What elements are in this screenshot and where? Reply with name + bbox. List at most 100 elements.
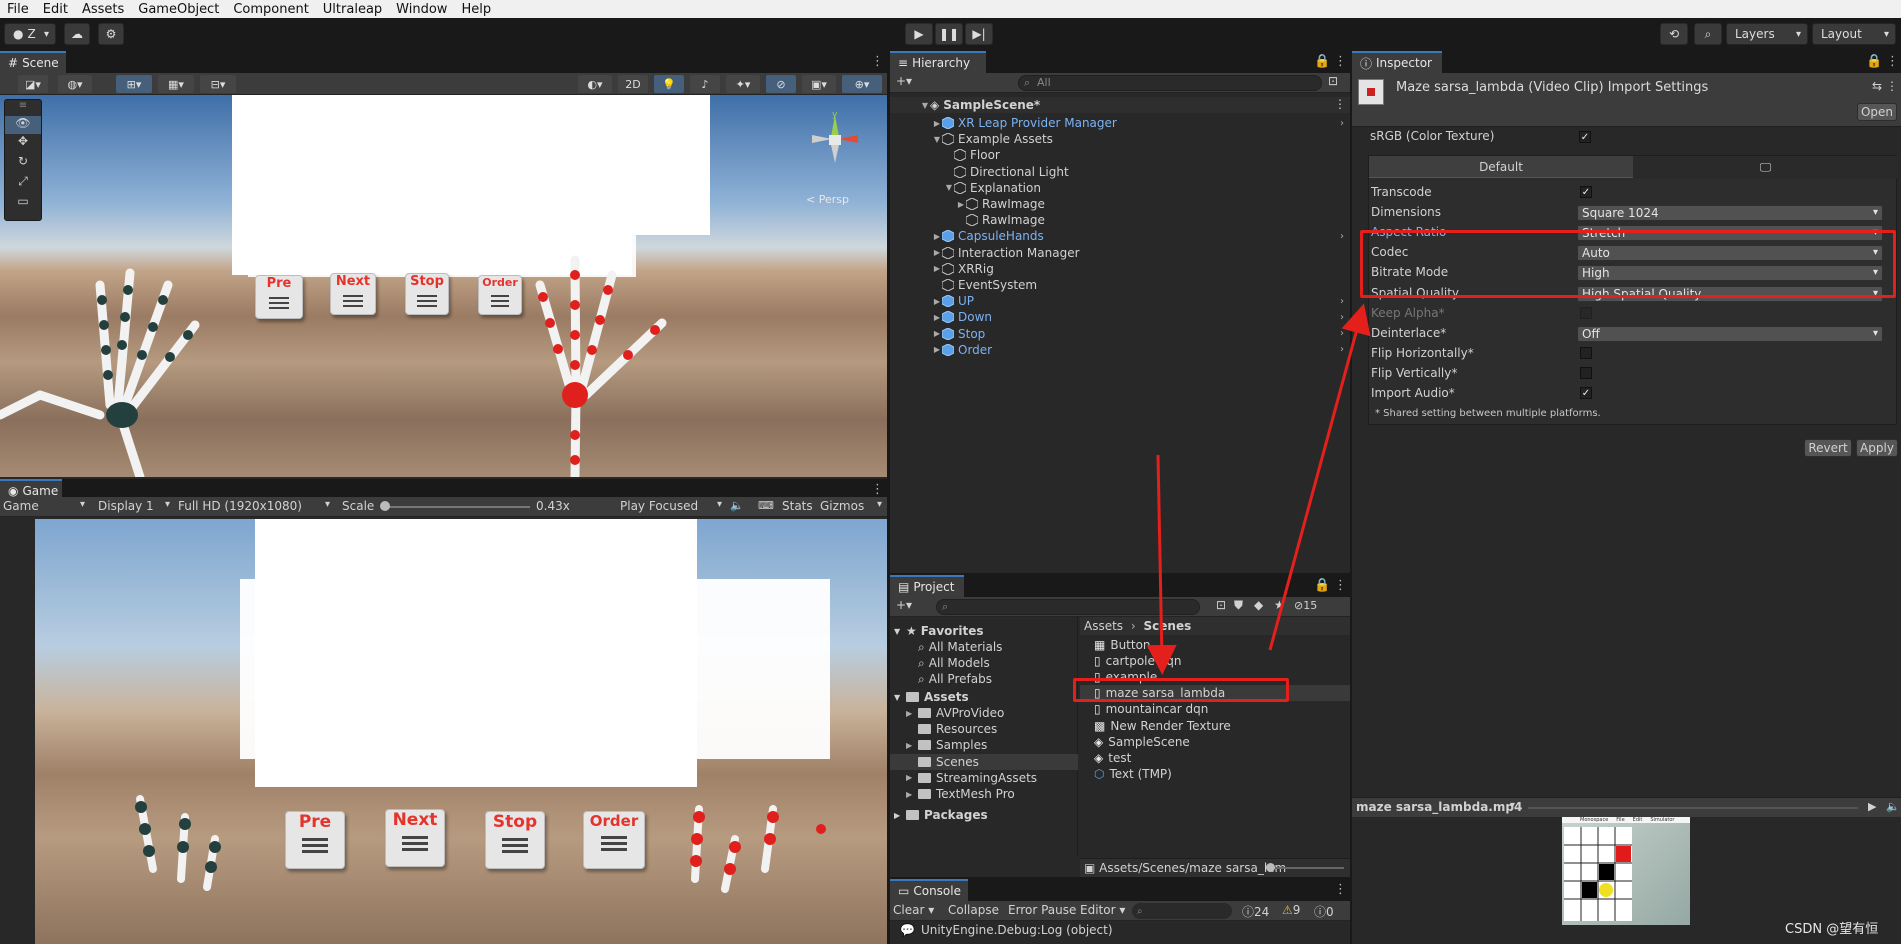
ruler-icon[interactable]: ⊟▾ bbox=[200, 75, 236, 93]
scene-more-icon[interactable]: ⋮ bbox=[1334, 97, 1346, 111]
chevron-right-icon[interactable]: › bbox=[1340, 344, 1344, 355]
menu-ultraleap[interactable]: Ultraleap bbox=[316, 2, 389, 17]
foldout-arrow-icon[interactable]: ▶ bbox=[932, 232, 942, 241]
stats-button[interactable]: Stats bbox=[782, 499, 813, 513]
chevron-right-icon[interactable]: › bbox=[1340, 312, 1344, 323]
tab-default-platform[interactable]: Default bbox=[1369, 156, 1633, 178]
project-file-item[interactable]: ▩ New Render Texture bbox=[1080, 718, 1350, 734]
tab-project[interactable]: ▤ Project bbox=[890, 575, 964, 597]
persp-label[interactable]: < Persp bbox=[806, 193, 849, 206]
layout-dropdown[interactable]: Layout bbox=[1812, 23, 1896, 45]
hierarchy-item[interactable]: ▼ Explanation bbox=[890, 180, 1350, 196]
foldout-arrow-icon[interactable]: ▶ bbox=[932, 119, 942, 128]
hierarchy-item[interactable]: ▼ Example Assets bbox=[890, 131, 1350, 147]
packages-header[interactable]: ▶ Packages bbox=[894, 807, 988, 823]
setting-checkbox[interactable]: ✓ bbox=[1580, 186, 1592, 198]
assets-header[interactable]: ▼ Assets bbox=[894, 689, 969, 705]
project-file-item[interactable]: ⬡ Text (TMP) bbox=[1080, 766, 1350, 782]
breadcrumb-scenes[interactable]: Scenes bbox=[1144, 619, 1192, 633]
scene-viewport[interactable]: ≡ 👁 ✥ ↻ ⤢ ▭ y < Persp Pre Next Stop Orde… bbox=[0, 95, 887, 477]
console-search-input[interactable]: ⌕ bbox=[1132, 903, 1232, 919]
error-pause-button[interactable]: Error Pause bbox=[1008, 903, 1076, 917]
lock-icon[interactable]: 🔒 bbox=[1866, 54, 1882, 69]
game-view-dropdown[interactable]: Game ▾ bbox=[3, 499, 85, 513]
project-file-item[interactable]: ◈ SampleScene bbox=[1080, 734, 1350, 750]
more-icon[interactable]: ⋮ bbox=[871, 54, 884, 69]
add-icon[interactable]: +▾ bbox=[896, 598, 912, 612]
hierarchy-item[interactable]: ▶ UP › bbox=[890, 293, 1350, 309]
chevron-right-icon[interactable]: › bbox=[1340, 296, 1344, 307]
favorite-item[interactable]: ⌕ All Materials bbox=[918, 639, 1002, 655]
scene-order-button[interactable]: Order bbox=[478, 275, 522, 315]
layers-dropdown[interactable]: Layers bbox=[1726, 23, 1808, 45]
preview-timeline[interactable] bbox=[1528, 807, 1858, 809]
move-tool-icon[interactable]: ✥ bbox=[5, 134, 41, 154]
mute-icon[interactable]: 🔈 bbox=[730, 499, 744, 512]
history-icon[interactable]: ⟲ bbox=[1660, 23, 1688, 45]
hierarchy-item[interactable]: Floor bbox=[890, 147, 1350, 163]
display-dropdown[interactable]: Display 1 ▾ bbox=[98, 499, 170, 513]
foldout-arrow-icon[interactable]: ▶ bbox=[932, 297, 942, 306]
preview-audio-icon[interactable]: 🔈 bbox=[1886, 800, 1900, 813]
game-next-button[interactable]: Next bbox=[385, 809, 445, 867]
rotate-tool-icon[interactable]: ↻ bbox=[5, 154, 41, 174]
hierarchy-item[interactable]: ▶ XRRig bbox=[890, 261, 1350, 277]
rect-tool-icon[interactable]: ▭ bbox=[5, 194, 41, 214]
setting-checkbox[interactable] bbox=[1580, 366, 1592, 379]
tab-scene[interactable]: # Scene bbox=[0, 51, 66, 73]
favorites-header[interactable]: ▼ ★ Favorites bbox=[894, 623, 983, 639]
hierarchy-item[interactable]: ▶ Down › bbox=[890, 309, 1350, 325]
hidden-count[interactable]: ⊘15 bbox=[1294, 599, 1317, 612]
console-log-line[interactable]: 💬 UnityEngine.Debug:Log (object) bbox=[900, 923, 1113, 937]
gizmos-dropdown[interactable]: Gizmos ▾ bbox=[820, 499, 882, 513]
foldout-arrow-icon[interactable]: ▶ bbox=[932, 264, 942, 273]
more-icon[interactable]: ⋮ bbox=[1334, 882, 1347, 897]
editor-dropdown[interactable]: Editor ▾ bbox=[1080, 903, 1125, 917]
foldout-arrow-icon[interactable]: ▶ bbox=[932, 345, 942, 354]
effects-icon[interactable]: ✦▾ bbox=[726, 75, 760, 93]
camera-icon[interactable]: ▣▾ bbox=[802, 75, 836, 93]
snap-icon[interactable]: ⊞▾ bbox=[116, 75, 152, 93]
play-button[interactable]: ▶ bbox=[905, 23, 933, 45]
hierarchy-item[interactable]: ▶ Interaction Manager bbox=[890, 245, 1350, 261]
project-file-item[interactable]: ▯ mountaincar dqn bbox=[1080, 701, 1350, 717]
preview-title[interactable]: maze sarsa_lambda.mp4 bbox=[1356, 800, 1522, 814]
lock-icon[interactable]: 🔒 bbox=[1314, 54, 1330, 69]
asset-folder-item[interactable]: ▶ AVProVideo bbox=[906, 705, 1078, 721]
account-dropdown[interactable]: ● Z bbox=[4, 23, 56, 45]
more-icon[interactable]: ⋮ bbox=[1886, 54, 1899, 69]
collapse-button[interactable]: Collapse bbox=[948, 903, 999, 917]
info-count[interactable]: ⓘ24 bbox=[1242, 903, 1269, 920]
play-focused-dropdown[interactable]: Play Focused ▾ bbox=[620, 499, 722, 513]
asset-folder-item[interactable]: Resources bbox=[906, 721, 1078, 737]
step-button[interactable]: ▶| bbox=[965, 23, 993, 45]
chevron-down-icon[interactable]: ▾ bbox=[1510, 800, 1515, 811]
foldout-arrow-icon[interactable]: ▶ bbox=[956, 200, 966, 209]
visibility-icon[interactable]: ⊘ bbox=[766, 75, 796, 93]
scene-stop-button[interactable]: Stop bbox=[405, 273, 449, 315]
project-file-item[interactable]: ▯ cartpole dqn bbox=[1080, 653, 1350, 669]
add-icon[interactable]: +▾ bbox=[896, 74, 912, 88]
shading-icon[interactable]: ◐▾ bbox=[578, 75, 612, 93]
search-icon[interactable]: ⌕ bbox=[1694, 23, 1722, 45]
setting-dropdown[interactable]: Off bbox=[1577, 325, 1883, 342]
favorite-item[interactable]: ⌕ All Prefabs bbox=[918, 671, 992, 687]
hierarchy-item[interactable]: ▶ RawImage bbox=[890, 196, 1350, 212]
scene-pre-button[interactable]: Pre bbox=[255, 275, 303, 319]
orientation-gizmo[interactable]: y bbox=[800, 107, 870, 173]
setting-checkbox[interactable]: ✓ bbox=[1580, 387, 1592, 399]
settings-icon[interactable]: ⇆ bbox=[1872, 79, 1882, 93]
audio-icon[interactable]: ♪ bbox=[690, 75, 720, 93]
hierarchy-item[interactable]: ▶ CapsuleHands › bbox=[890, 228, 1350, 244]
apply-button[interactable]: Apply bbox=[1856, 439, 1898, 457]
asset-folder-item[interactable]: Scenes bbox=[890, 753, 1078, 770]
more-icon[interactable]: ⋮ bbox=[871, 482, 884, 497]
hierarchy-item[interactable]: EventSystem bbox=[890, 277, 1350, 293]
game-order-button[interactable]: Order bbox=[583, 811, 645, 869]
star-icon[interactable]: ★ bbox=[1274, 598, 1285, 612]
menu-component[interactable]: Component bbox=[226, 2, 315, 17]
hierarchy-item[interactable]: ▶ Order › bbox=[890, 342, 1350, 358]
game-viewport[interactable]: Pre Next Stop Order bbox=[35, 519, 887, 944]
pause-button[interactable]: ❚❚ bbox=[935, 23, 963, 45]
preview-play-icon[interactable]: ▶ bbox=[1868, 800, 1876, 813]
